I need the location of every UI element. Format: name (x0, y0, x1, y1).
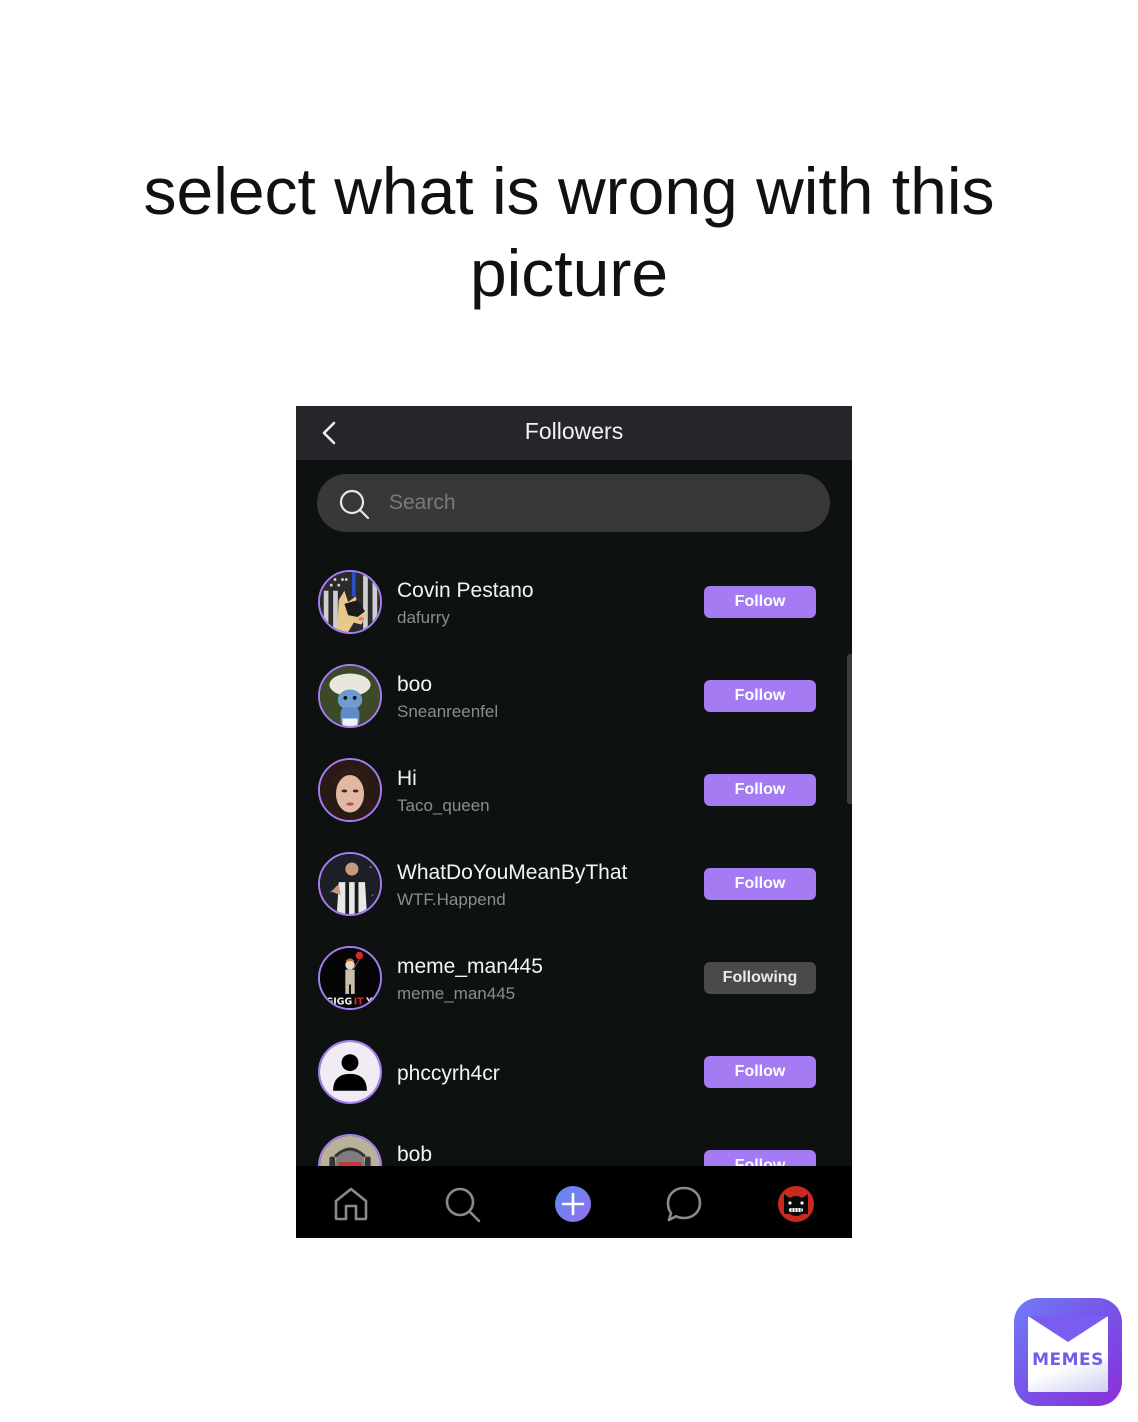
page-title: Followers (524, 418, 624, 444)
follower-row[interactable]: bob Follow (296, 1120, 852, 1166)
follower-handle: Sneanreenfel (397, 702, 499, 721)
svg-text:Y: Y (365, 996, 373, 1007)
chat-bubble-icon (666, 1186, 702, 1222)
scrollbar-thumb[interactable] (847, 654, 852, 804)
follower-row[interactable]: phccyrh4cr Follow (296, 1026, 852, 1120)
followers-list: Covin Pestano dafurry Follow boo Sneanre… (296, 556, 852, 1166)
memes-envelope-logo: MEMES (1014, 1298, 1122, 1406)
avatar-image (320, 1136, 380, 1166)
avatar-image (320, 666, 380, 726)
follower-name: phccyrh4cr (397, 1062, 500, 1085)
following-button[interactable]: Following (704, 962, 816, 994)
follower-name: Hi (397, 767, 417, 790)
follower-name: Covin Pestano (397, 579, 534, 602)
follower-name: WhatDoYouMeanByThat (397, 861, 628, 884)
follow-button[interactable]: Follow (704, 774, 816, 806)
avatar-image (320, 760, 380, 820)
person-icon (320, 1042, 380, 1102)
meme-caption: select what is wrong with this picture (143, 154, 995, 310)
bottom-tab-bar (296, 1166, 852, 1238)
follower-name: bob (397, 1143, 433, 1166)
follow-button[interactable]: Follow (704, 680, 816, 712)
follower-handle: dafurry (397, 608, 450, 627)
search-icon (445, 1187, 481, 1223)
avatar-image (320, 572, 380, 632)
follower-name: meme_man445 (397, 955, 543, 978)
german-shepherd-flag-avatar[interactable] (318, 570, 382, 634)
tab-create[interactable] (553, 1184, 593, 1224)
smurf-cat-avatar[interactable] (318, 664, 382, 728)
follower-handle: meme_man445 (397, 984, 516, 1003)
search-icon (339, 489, 370, 520)
profile-avatar-icon (778, 1186, 814, 1222)
follower-row[interactable]: GIGG IT Y meme_man445 meme_man445 Follow… (296, 932, 852, 1026)
woman-portrait-avatar[interactable] (318, 758, 382, 822)
follower-row[interactable]: Hi Taco_queen Follow (296, 744, 852, 838)
follow-button[interactable]: Follow (704, 1150, 816, 1166)
follow-button[interactable]: Follow (704, 868, 816, 900)
phone-screenshot: Followers Covin Pesta (296, 406, 852, 1238)
follower-row[interactable]: Covin Pestano dafurry Follow (296, 556, 852, 650)
follower-handle: WTF.Happend (397, 890, 506, 909)
svg-text:GIGG: GIGG (326, 996, 353, 1007)
follow-button[interactable]: Follow (704, 1056, 816, 1088)
tab-messages[interactable] (664, 1184, 704, 1224)
memes-logo-text: MEMES (1032, 1350, 1104, 1370)
envelope-icon: MEMES (1028, 1316, 1108, 1392)
follow-button[interactable]: Follow (704, 586, 816, 618)
plus-circle-icon (555, 1186, 591, 1222)
soccer-player-avatar[interactable] (318, 852, 382, 916)
follower-row[interactable]: WhatDoYouMeanByThat WTF.Happend Follow (296, 838, 852, 932)
follower-row[interactable]: boo Sneanreenfel Follow (296, 650, 852, 744)
home-icon (334, 1187, 368, 1221)
search-input[interactable] (389, 474, 809, 532)
tab-profile[interactable] (776, 1184, 816, 1224)
masked-soldier-avatar[interactable] (318, 1134, 382, 1166)
follower-handle: Taco_queen (397, 796, 490, 815)
tab-home[interactable] (331, 1184, 371, 1224)
svg-text:IT: IT (354, 996, 364, 1007)
header-bar: Followers (296, 406, 852, 460)
giggity-clown-avatar[interactable]: GIGG IT Y (318, 946, 382, 1010)
tab-search[interactable] (442, 1184, 482, 1224)
avatar-image (320, 854, 380, 914)
search-bar[interactable] (317, 474, 830, 532)
avatar-image: GIGG IT Y (320, 948, 380, 1008)
default-person-avatar[interactable] (318, 1040, 382, 1104)
follower-name: boo (397, 673, 433, 696)
